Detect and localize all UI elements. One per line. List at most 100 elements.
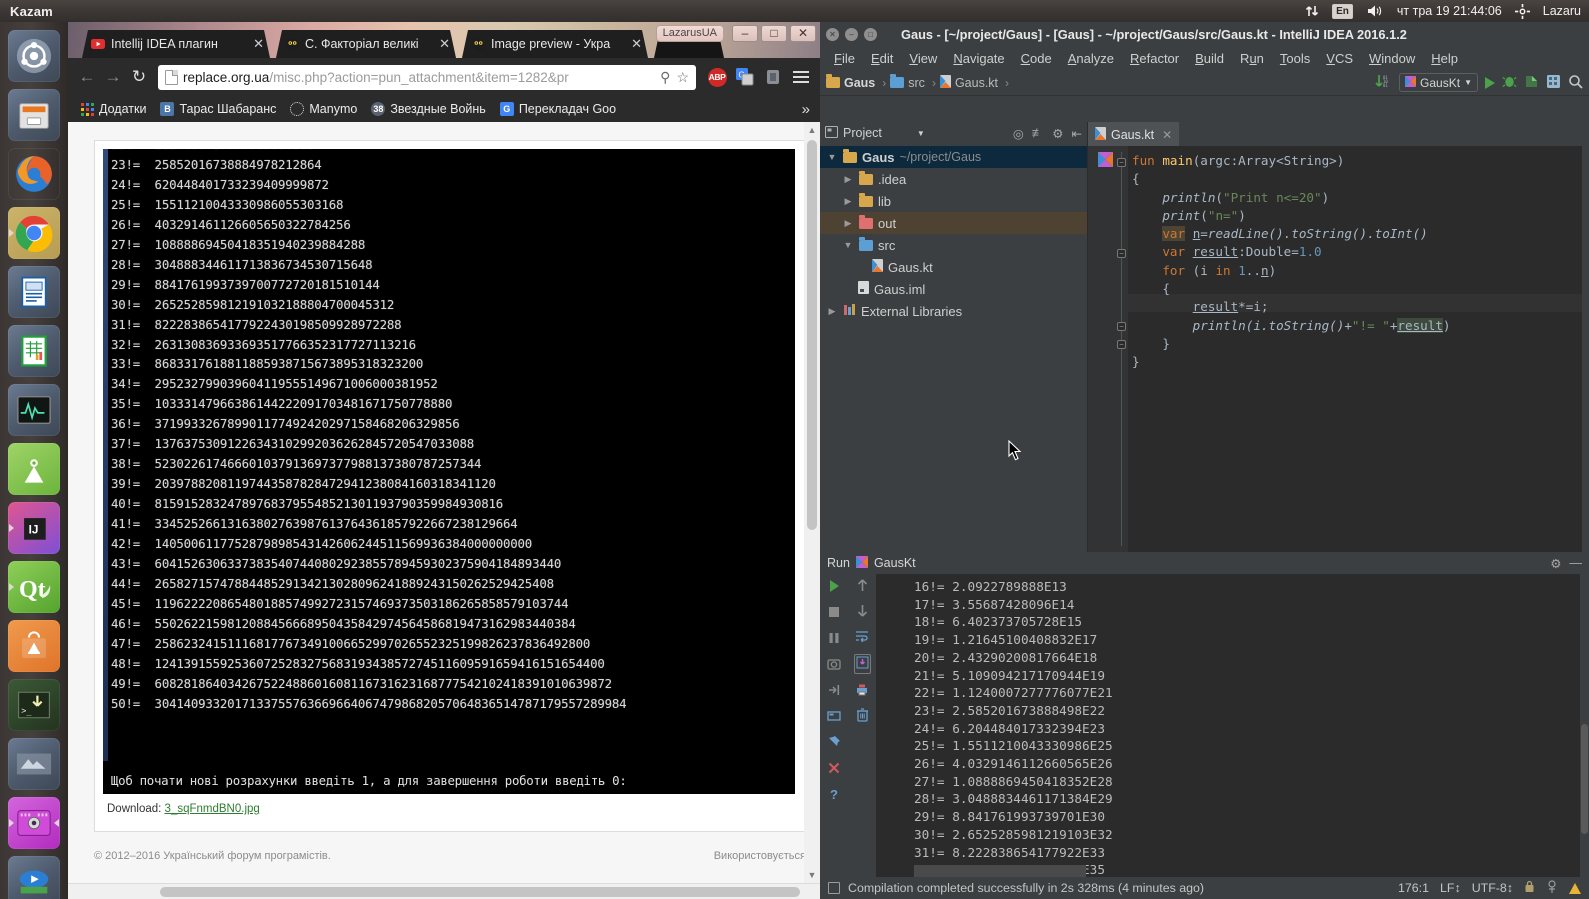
close-icon[interactable]: ✕ — [1162, 128, 1172, 142]
launcher-item-qt-creator[interactable]: Qt — [8, 561, 60, 613]
caret-position[interactable]: 176:1 — [1398, 881, 1429, 895]
menu-build[interactable]: Build — [1187, 49, 1232, 68]
pause-icon[interactable] — [827, 631, 841, 648]
menu-vcs[interactable]: VCS — [1318, 49, 1361, 68]
run-configuration-selector[interactable]: GausKt ▼ — [1399, 73, 1478, 92]
address-bar[interactable]: replace.org.ua/misc.php?action=pun_attac… — [158, 65, 696, 90]
browser-tab-3-active[interactable]: Image preview - Укра ✕ — [462, 30, 648, 58]
tree-node-src[interactable]: ▼ src — [820, 234, 1087, 256]
kotlin-run-gutter-icon[interactable] — [1098, 152, 1113, 170]
menu-refactor[interactable]: Refactor — [1122, 49, 1187, 68]
tree-node-lib[interactable]: ▶ lib — [820, 190, 1087, 212]
launcher-item-libreoffice-writer[interactable] — [8, 266, 60, 318]
breadcrumb-src[interactable]: src — [890, 76, 928, 90]
build-icon[interactable] — [1546, 74, 1561, 92]
bookmark-item-vk[interactable]: B Тарас Шабаранс — [153, 102, 283, 116]
tree-node-idea[interactable]: ▶ .idea — [820, 168, 1087, 190]
locate-icon[interactable]: ◎ — [1013, 126, 1024, 141]
file-encoding[interactable]: UTF-8↕ — [1472, 881, 1513, 895]
hector-icon[interactable] — [1546, 880, 1558, 897]
pin-icon[interactable] — [827, 735, 841, 752]
search-icon[interactable]: ⚲ — [660, 69, 670, 86]
close-button[interactable]: ✕ — [826, 28, 839, 41]
expand-arrow-icon[interactable]: ▼ — [842, 240, 854, 250]
settings-gear-icon[interactable]: ⚙ — [1550, 556, 1561, 571]
menu-icon[interactable] — [788, 64, 814, 90]
user-menu[interactable]: Lazaru — [1543, 4, 1581, 18]
chevron-down-icon[interactable]: ▼ — [917, 129, 925, 138]
soft-wrap-icon[interactable] — [855, 629, 869, 645]
debug-icon[interactable] — [1502, 74, 1517, 92]
adblock-icon[interactable]: ABP — [704, 64, 730, 90]
help-icon[interactable]: ? — [830, 787, 838, 802]
close-icon[interactable]: ✕ — [439, 36, 450, 52]
network-icon[interactable] — [1305, 4, 1319, 18]
bookmark-item-translate[interactable]: G Перекладач Goo — [493, 102, 623, 116]
screenshot-icon[interactable] — [827, 657, 841, 674]
fold-marker-icon[interactable]: − — [1117, 340, 1126, 349]
attachment-image[interactable]: 22!= 1124000727777607680000 23!= 2585201… — [103, 149, 795, 794]
search-icon[interactable] — [1568, 74, 1583, 92]
volume-icon[interactable] — [1366, 4, 1384, 18]
menu-window[interactable]: Window — [1361, 49, 1423, 68]
hide-panel-icon[interactable]: — — [1570, 556, 1583, 571]
menu-code[interactable]: Code — [1013, 49, 1060, 68]
bookmark-item-starwars[interactable]: 38 Звездные Войнь — [364, 102, 492, 116]
menu-edit[interactable]: Edit — [863, 49, 901, 68]
bookmark-star-icon[interactable]: ☆ — [676, 69, 689, 86]
tree-node-out[interactable]: ▶ out — [820, 212, 1087, 234]
lock-icon[interactable] — [1524, 880, 1535, 896]
stop-icon[interactable] — [827, 605, 841, 622]
gear-icon[interactable] — [1515, 4, 1530, 19]
tree-node-gaus-kt[interactable]: Gaus.kt — [820, 256, 1087, 278]
expand-arrow-icon[interactable]: ▶ — [842, 196, 854, 207]
kotlin-source-code[interactable]: fun main(argc:Array<String>) { println("… — [1132, 152, 1451, 372]
line-separator[interactable]: LF↕ — [1440, 881, 1461, 895]
update-icon[interactable]: 011001 — [1375, 74, 1392, 92]
tree-node-gaus-iml[interactable]: Gaus.iml — [820, 278, 1087, 300]
bookmark-item-manymo[interactable]: Manymo — [283, 102, 364, 116]
minimize-button[interactable]: – — [732, 25, 758, 42]
launcher-item-audacity[interactable] — [8, 797, 60, 849]
coverage-icon[interactable] — [1524, 74, 1539, 92]
reload-icon[interactable]: ↻ — [126, 64, 152, 90]
minimize-button[interactable]: – — [845, 28, 858, 41]
breadcrumb-file[interactable]: Gaus.kt — [940, 75, 1001, 91]
launcher-item-terminal-download[interactable]: >_ — [8, 679, 60, 731]
menu-help[interactable]: Help — [1423, 49, 1466, 68]
launcher-item-intellij-idea[interactable]: IJ — [8, 502, 60, 554]
fold-marker-icon[interactable]: − — [1117, 249, 1126, 258]
clear-all-icon[interactable] — [856, 708, 869, 725]
launcher-item-system-monitor[interactable] — [8, 384, 60, 436]
clock[interactable]: чт тра 19 21:44:06 — [1397, 4, 1502, 18]
launcher-item-video-player[interactable] — [8, 856, 60, 899]
menu-navigate[interactable]: Navigate — [945, 49, 1012, 68]
menu-run[interactable]: Run — [1232, 49, 1272, 68]
fold-marker-icon[interactable]: − — [1117, 158, 1126, 167]
download-link[interactable]: 3_sqFnmdBN0.jpg — [165, 803, 260, 815]
menu-file[interactable]: File — [826, 49, 863, 68]
bookmarks-overflow-icon[interactable]: » — [802, 101, 814, 118]
scroll-up-icon[interactable]: ▲ — [804, 122, 820, 138]
rerun-icon[interactable] — [827, 683, 841, 700]
browser-tab-2[interactable]: С. Факторіал великі ✕ — [276, 30, 456, 58]
launcher-item-gimp[interactable] — [8, 738, 60, 790]
launcher-item-libreoffice-calc[interactable] — [8, 325, 60, 377]
close-button[interactable]: ✕ — [790, 25, 816, 42]
run-icon[interactable] — [1485, 77, 1495, 89]
keyboard-layout-indicator[interactable]: En — [1332, 4, 1353, 19]
expand-arrow-icon[interactable]: ▶ — [842, 174, 854, 185]
maximize-button[interactable]: □ — [761, 25, 787, 42]
breadcrumb-project[interactable]: Gaus — [826, 76, 878, 90]
scroll-to-end-icon[interactable] — [854, 654, 871, 674]
extension-icon[interactable] — [760, 64, 786, 90]
scroll-up-icon[interactable] — [856, 579, 869, 595]
vertical-scrollbar[interactable]: ▲ ▼ — [804, 122, 820, 883]
bookmark-item-apps[interactable]: Додатки — [74, 102, 153, 116]
editor-scrollbar[interactable] — [1582, 122, 1589, 552]
menu-tools[interactable]: Tools — [1272, 49, 1318, 68]
menu-view[interactable]: View — [901, 49, 945, 68]
tree-node-external-libraries[interactable]: ▶ External Libraries — [820, 300, 1087, 322]
menu-analyze[interactable]: Analyze — [1060, 49, 1122, 68]
close-icon[interactable]: ✕ — [253, 36, 264, 52]
